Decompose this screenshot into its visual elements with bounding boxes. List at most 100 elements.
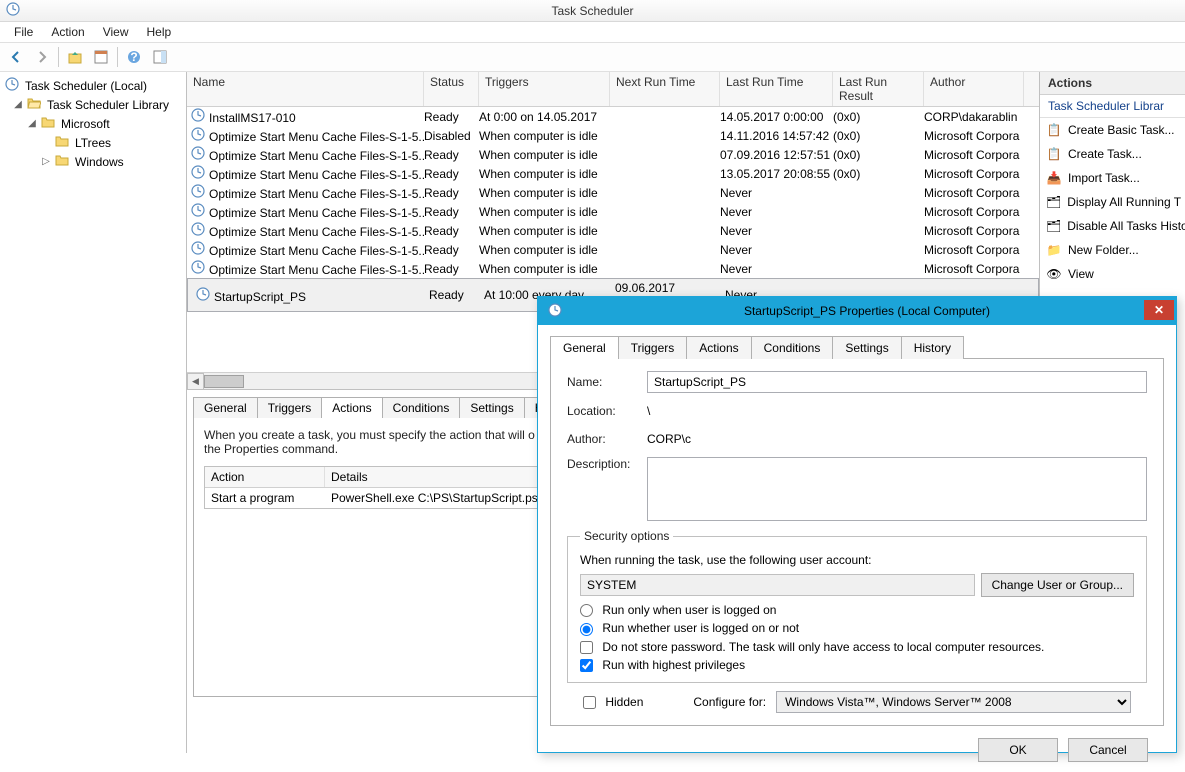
up-button[interactable] [63, 45, 87, 69]
clock-icon [191, 187, 205, 201]
collapse-icon[interactable]: ◢ [12, 99, 24, 110]
action-label: View [1068, 267, 1094, 281]
actions-pane-title: Actions [1040, 72, 1185, 95]
task-name: Optimize Start Menu Cache Files-S-1-5... [209, 130, 424, 144]
ok-button[interactable]: OK [978, 738, 1058, 762]
dlg-tab-conditions[interactable]: Conditions [751, 336, 834, 359]
action-icon: 📋 [1046, 146, 1062, 162]
task-result: (0x0) [833, 148, 924, 162]
dlg-tab-triggers[interactable]: Triggers [618, 336, 688, 359]
task-row[interactable]: Optimize Start Menu Cache Files-S-1-5...… [187, 221, 1039, 240]
task-result: (0x0) [833, 167, 924, 181]
tab-actions[interactable]: Actions [321, 397, 382, 418]
header-last[interactable]: Last Run Time [720, 72, 833, 106]
window-titlebar: Task Scheduler [0, 0, 1185, 22]
action-pane-item[interactable]: 🗂Disable All Tasks Histo [1040, 214, 1185, 238]
task-triggers: When computer is idle [479, 148, 610, 162]
forward-button[interactable] [30, 45, 54, 69]
expand-icon[interactable]: ▷ [40, 156, 52, 167]
scroll-left-icon[interactable]: ◀ [187, 373, 204, 390]
change-user-button[interactable]: Change User or Group... [981, 573, 1134, 597]
dlg-tab-history[interactable]: History [901, 336, 964, 359]
menu-view[interactable]: View [95, 23, 137, 41]
action-pane-item[interactable]: 📥Import Task... [1040, 166, 1185, 190]
close-button[interactable]: ✕ [1144, 300, 1174, 320]
tree-root[interactable]: Task Scheduler (Local) [0, 76, 186, 95]
properties-button[interactable] [89, 45, 113, 69]
action-icon: 📁 [1046, 242, 1062, 258]
task-status: Ready [424, 110, 479, 124]
dlg-tab-general[interactable]: General [550, 336, 619, 359]
actions-header-action[interactable]: Action [205, 467, 325, 487]
folder-icon [55, 153, 69, 170]
back-button[interactable] [4, 45, 28, 69]
task-row[interactable]: Optimize Start Menu Cache Files-S-1-5...… [187, 126, 1039, 145]
action-cell: Start a program [205, 488, 325, 508]
checkbox-no-password[interactable]: Do not store password. The task will onl… [580, 640, 1134, 654]
task-list-header: Name Status Triggers Next Run Time Last … [187, 72, 1039, 107]
tab-triggers[interactable]: Triggers [257, 397, 323, 418]
action-pane-item[interactable]: 📋Create Basic Task... [1040, 118, 1185, 142]
task-name: Optimize Start Menu Cache Files-S-1-5... [209, 225, 424, 239]
help-button[interactable]: ? [122, 45, 146, 69]
header-author[interactable]: Author [924, 72, 1024, 106]
menu-action[interactable]: Action [43, 23, 92, 41]
menu-help[interactable]: Help [139, 23, 180, 41]
task-row[interactable]: Optimize Start Menu Cache Files-S-1-5...… [187, 145, 1039, 164]
task-last: 14.11.2016 14:57:42 [720, 129, 833, 143]
description-input[interactable] [647, 457, 1147, 521]
menu-file[interactable]: File [6, 23, 41, 41]
task-row[interactable]: Optimize Start Menu Cache Files-S-1-5...… [187, 183, 1039, 202]
radio-logged-or-not[interactable]: Run whether user is logged on or not [580, 621, 1134, 635]
dialog-titlebar[interactable]: StartupScript_PS Properties (Local Compu… [538, 297, 1176, 325]
menu-bar: File Action View Help [0, 22, 1185, 42]
tab-settings[interactable]: Settings [459, 397, 524, 418]
tab-conditions[interactable]: Conditions [382, 397, 461, 418]
header-triggers[interactable]: Triggers [479, 72, 610, 106]
header-next[interactable]: Next Run Time [610, 72, 720, 106]
task-row[interactable]: Optimize Start Menu Cache Files-S-1-5...… [187, 202, 1039, 221]
action-label: Create Basic Task... [1068, 123, 1175, 137]
action-pane-item[interactable]: 📁New Folder... [1040, 238, 1185, 262]
task-status: Disabled [424, 129, 479, 143]
task-last: 14.05.2017 0:00:00 [720, 110, 833, 124]
task-status: Ready [424, 167, 479, 181]
task-row[interactable]: Optimize Start Menu Cache Files-S-1-5...… [187, 259, 1039, 278]
tree-ltrees[interactable]: LTrees [0, 133, 186, 152]
task-status: Ready [424, 148, 479, 162]
scroll-thumb[interactable] [204, 375, 244, 388]
collapse-icon[interactable]: ◢ [26, 118, 38, 129]
task-last: 07.09.2016 12:57:51 [720, 148, 833, 162]
clock-icon [548, 303, 562, 320]
user-account-value: SYSTEM [580, 574, 975, 596]
task-row[interactable]: Optimize Start Menu Cache Files-S-1-5...… [187, 240, 1039, 259]
task-status: Ready [424, 224, 479, 238]
action-pane-item[interactable]: 👁View [1040, 262, 1185, 286]
tree-microsoft[interactable]: ◢ Microsoft [0, 114, 186, 133]
toolbar: ? [0, 42, 1185, 72]
tab-general[interactable]: General [193, 397, 258, 418]
label-author: Author: [567, 432, 647, 446]
label-location: Location: [567, 404, 647, 418]
task-name: Optimize Start Menu Cache Files-S-1-5... [209, 263, 424, 277]
header-name[interactable]: Name [187, 72, 424, 106]
header-status[interactable]: Status [424, 72, 479, 106]
radio-logged-on[interactable]: Run only when user is logged on [580, 603, 1134, 617]
tree-windows[interactable]: ▷ Windows [0, 152, 186, 171]
action-label: Create Task... [1068, 147, 1142, 161]
header-result[interactable]: Last Run Result [833, 72, 924, 106]
name-input[interactable] [647, 371, 1147, 393]
checkbox-hidden[interactable]: Hidden [583, 695, 643, 709]
action-pane-item[interactable]: 🗂Display All Running T [1040, 190, 1185, 214]
task-row[interactable]: Optimize Start Menu Cache Files-S-1-5...… [187, 164, 1039, 183]
task-status: Ready [429, 288, 484, 302]
task-row[interactable]: InstallMS17-010 Ready At 0:00 on 14.05.2… [187, 107, 1039, 126]
dlg-tab-actions[interactable]: Actions [686, 336, 751, 359]
checkbox-highest-priv[interactable]: Run with highest privileges [580, 658, 745, 672]
actionpane-button[interactable] [148, 45, 172, 69]
tree-library[interactable]: ◢ Task Scheduler Library [0, 95, 186, 114]
dlg-tab-settings[interactable]: Settings [832, 336, 901, 359]
cancel-button[interactable]: Cancel [1068, 738, 1148, 762]
action-pane-item[interactable]: 📋 Create Task... [1040, 142, 1185, 166]
configure-for-select[interactable]: Windows Vista™, Windows Server™ 2008 [776, 691, 1131, 713]
